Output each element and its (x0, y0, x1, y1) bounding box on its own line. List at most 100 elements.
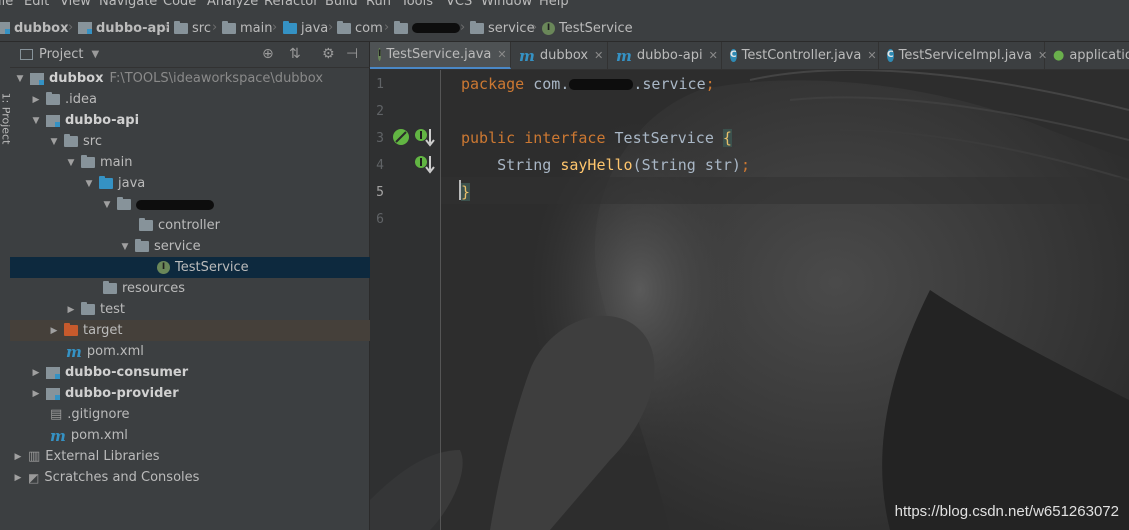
tree-item-dubbox[interactable]: ▼ dubbox F:\TOOLS\ideaworkspace\dubbox (10, 68, 376, 89)
menu-help[interactable]: Help (539, 0, 569, 9)
collapsed-arrow-icon[interactable]: ▶ (32, 368, 40, 378)
chevron-down-icon: ▼ (91, 49, 100, 60)
maven-icon: m (519, 46, 535, 65)
locate-icon[interactable]: ⊕ (262, 46, 274, 62)
close-icon[interactable]: ✕ (497, 48, 506, 61)
menu-vcs[interactable]: VCS (446, 0, 472, 9)
expanded-arrow-icon[interactable]: ▼ (85, 179, 93, 189)
tab-testserviceimpl[interactable]: C TestServiceImpl.java ✕ (879, 42, 1047, 69)
menu-refactor[interactable]: Refactor (264, 0, 319, 9)
close-icon[interactable]: ✕ (709, 49, 718, 62)
tree-item-label: main (100, 155, 133, 170)
tab-testcontroller[interactable]: C TestController.java ✕ (722, 42, 879, 69)
breadcrumb-service[interactable]: service (470, 19, 535, 37)
expanded-arrow-icon[interactable]: ▼ (50, 137, 58, 147)
menu-build[interactable]: Build (325, 0, 358, 9)
tree-item-label: .idea (65, 92, 97, 107)
tree-item-pom-root[interactable]: m pom.xml (10, 425, 410, 446)
code-token: .service (633, 75, 706, 93)
chevron-right-icon: › (272, 20, 278, 35)
interface-icon: I (157, 261, 170, 274)
collapsed-arrow-icon[interactable]: ▶ (67, 305, 75, 315)
module-icon (46, 387, 60, 400)
breadcrumb-project[interactable]: dubbox (0, 19, 69, 37)
tab-label: dubbox (539, 48, 589, 63)
tree-item-pom-api[interactable]: m pom.xml (10, 341, 426, 362)
editor-area[interactable]: I TestService.java ✕ m dubbox ✕ m dubbo-… (370, 42, 1129, 530)
code-line-4: String sayHello(String str); (461, 152, 750, 178)
tab-label: applicatio (1069, 48, 1129, 63)
close-icon[interactable]: ✕ (867, 49, 876, 62)
tab-dubbox[interactable]: m dubbox ✕ (511, 42, 608, 69)
expanded-arrow-icon[interactable]: ▼ (16, 74, 24, 84)
tab-application[interactable]: ● applicatio (1045, 42, 1129, 69)
text-caret (459, 180, 461, 200)
collapsed-arrow-icon[interactable]: ▶ (50, 326, 58, 336)
chevron-right-icon: › (460, 20, 466, 35)
implemented-icon[interactable] (414, 153, 436, 175)
line-number: 1 (376, 77, 384, 92)
menu-view[interactable]: View (60, 0, 91, 9)
line-number: 5 (376, 185, 384, 200)
menu-edit[interactable]: Edit (24, 0, 49, 9)
expanded-arrow-icon[interactable]: ▼ (32, 116, 40, 126)
collapsed-arrow-icon[interactable]: ▶ (14, 452, 22, 462)
breadcrumb-module[interactable]: dubbo-api (78, 19, 170, 37)
breadcrumb-redacted[interactable] (394, 19, 460, 37)
expanded-arrow-icon[interactable]: ▼ (103, 200, 111, 210)
breadcrumb-src[interactable]: src (174, 19, 211, 37)
tree-item-label: src (83, 134, 102, 149)
expanded-arrow-icon[interactable]: ▼ (121, 242, 129, 252)
tree-item-idea[interactable]: ▶ .idea (10, 89, 392, 110)
folder-icon (174, 20, 188, 34)
tree-item-main[interactable]: ▼ main (10, 152, 427, 173)
expanded-arrow-icon[interactable]: ▼ (67, 158, 75, 168)
close-icon[interactable]: ✕ (594, 49, 603, 62)
code-token: String (461, 156, 561, 174)
tree-item-src[interactable]: ▼ src (10, 131, 410, 152)
tab-dubbo-api[interactable]: m dubbo-api ✕ (608, 42, 722, 69)
tree-item-label: java (118, 176, 146, 191)
editor-tabs: I TestService.java ✕ m dubbox ✕ m dubbo-… (370, 42, 1129, 70)
spring-icon: ● (1053, 48, 1065, 63)
tree-item-target[interactable]: ▶ target (10, 320, 410, 341)
hide-icon[interactable]: ⊣ (346, 46, 358, 62)
tree-item-path: F:\TOOLS\ideaworkspace\dubbox (109, 71, 324, 86)
tree-item-gitignore[interactable]: ▤ .gitignore (10, 404, 410, 425)
module-icon (78, 22, 92, 34)
breadcrumb-main[interactable]: main (222, 19, 272, 37)
menu-navigate[interactable]: Navigate (99, 0, 157, 9)
breadcrumb-java[interactable]: java (283, 19, 328, 37)
menu-file[interactable]: ile (0, 0, 13, 9)
tree-item-dubbo-api[interactable]: ▼ dubbo-api (10, 110, 392, 131)
menu-tools[interactable]: Tools (401, 0, 433, 9)
tab-testservice[interactable]: I TestService.java ✕ (370, 42, 511, 69)
tree-item-scratches[interactable]: ▶ ◩ Scratches and Consoles (10, 467, 374, 488)
collapsed-arrow-icon[interactable]: ▶ (14, 473, 22, 483)
project-view-selector[interactable]: Project ▼ (20, 47, 99, 62)
code-line-3: public interface TestService { (461, 125, 732, 151)
menu-window[interactable]: Window (481, 0, 532, 9)
implemented-icon[interactable] (414, 126, 436, 148)
tree-item-label: controller (158, 218, 221, 233)
spring-bean-icon[interactable] (392, 128, 410, 146)
breadcrumb-file[interactable]: I TestService (542, 19, 633, 37)
tab-label: TestServiceImpl.java (898, 48, 1032, 63)
tree-item-external-libraries[interactable]: ▶ ▥ External Libraries (10, 446, 374, 467)
breadcrumb-label: TestService (559, 20, 633, 36)
package-icon (135, 239, 149, 252)
menu-analyze[interactable]: Analyze (207, 0, 258, 9)
gear-icon[interactable]: ⚙ (322, 46, 335, 62)
code-token-keyword: interface (524, 129, 606, 147)
tree-item-label: pom.xml (70, 428, 128, 443)
tree-item-dubbo-consumer[interactable]: ▶ dubbo-consumer (10, 362, 392, 383)
breadcrumb-com[interactable]: com (337, 19, 383, 37)
tree-item-test[interactable]: ▶ test (10, 299, 427, 320)
code-token-semicolon: ; (740, 156, 750, 174)
collapsed-arrow-icon[interactable]: ▶ (32, 95, 40, 105)
collapsed-arrow-icon[interactable]: ▶ (32, 389, 40, 399)
tree-item-dubbo-provider[interactable]: ▶ dubbo-provider (10, 383, 392, 404)
menu-run[interactable]: Run (366, 0, 391, 9)
menu-code[interactable]: Code (163, 0, 196, 9)
collapse-all-icon[interactable]: ⇅ (289, 46, 301, 62)
